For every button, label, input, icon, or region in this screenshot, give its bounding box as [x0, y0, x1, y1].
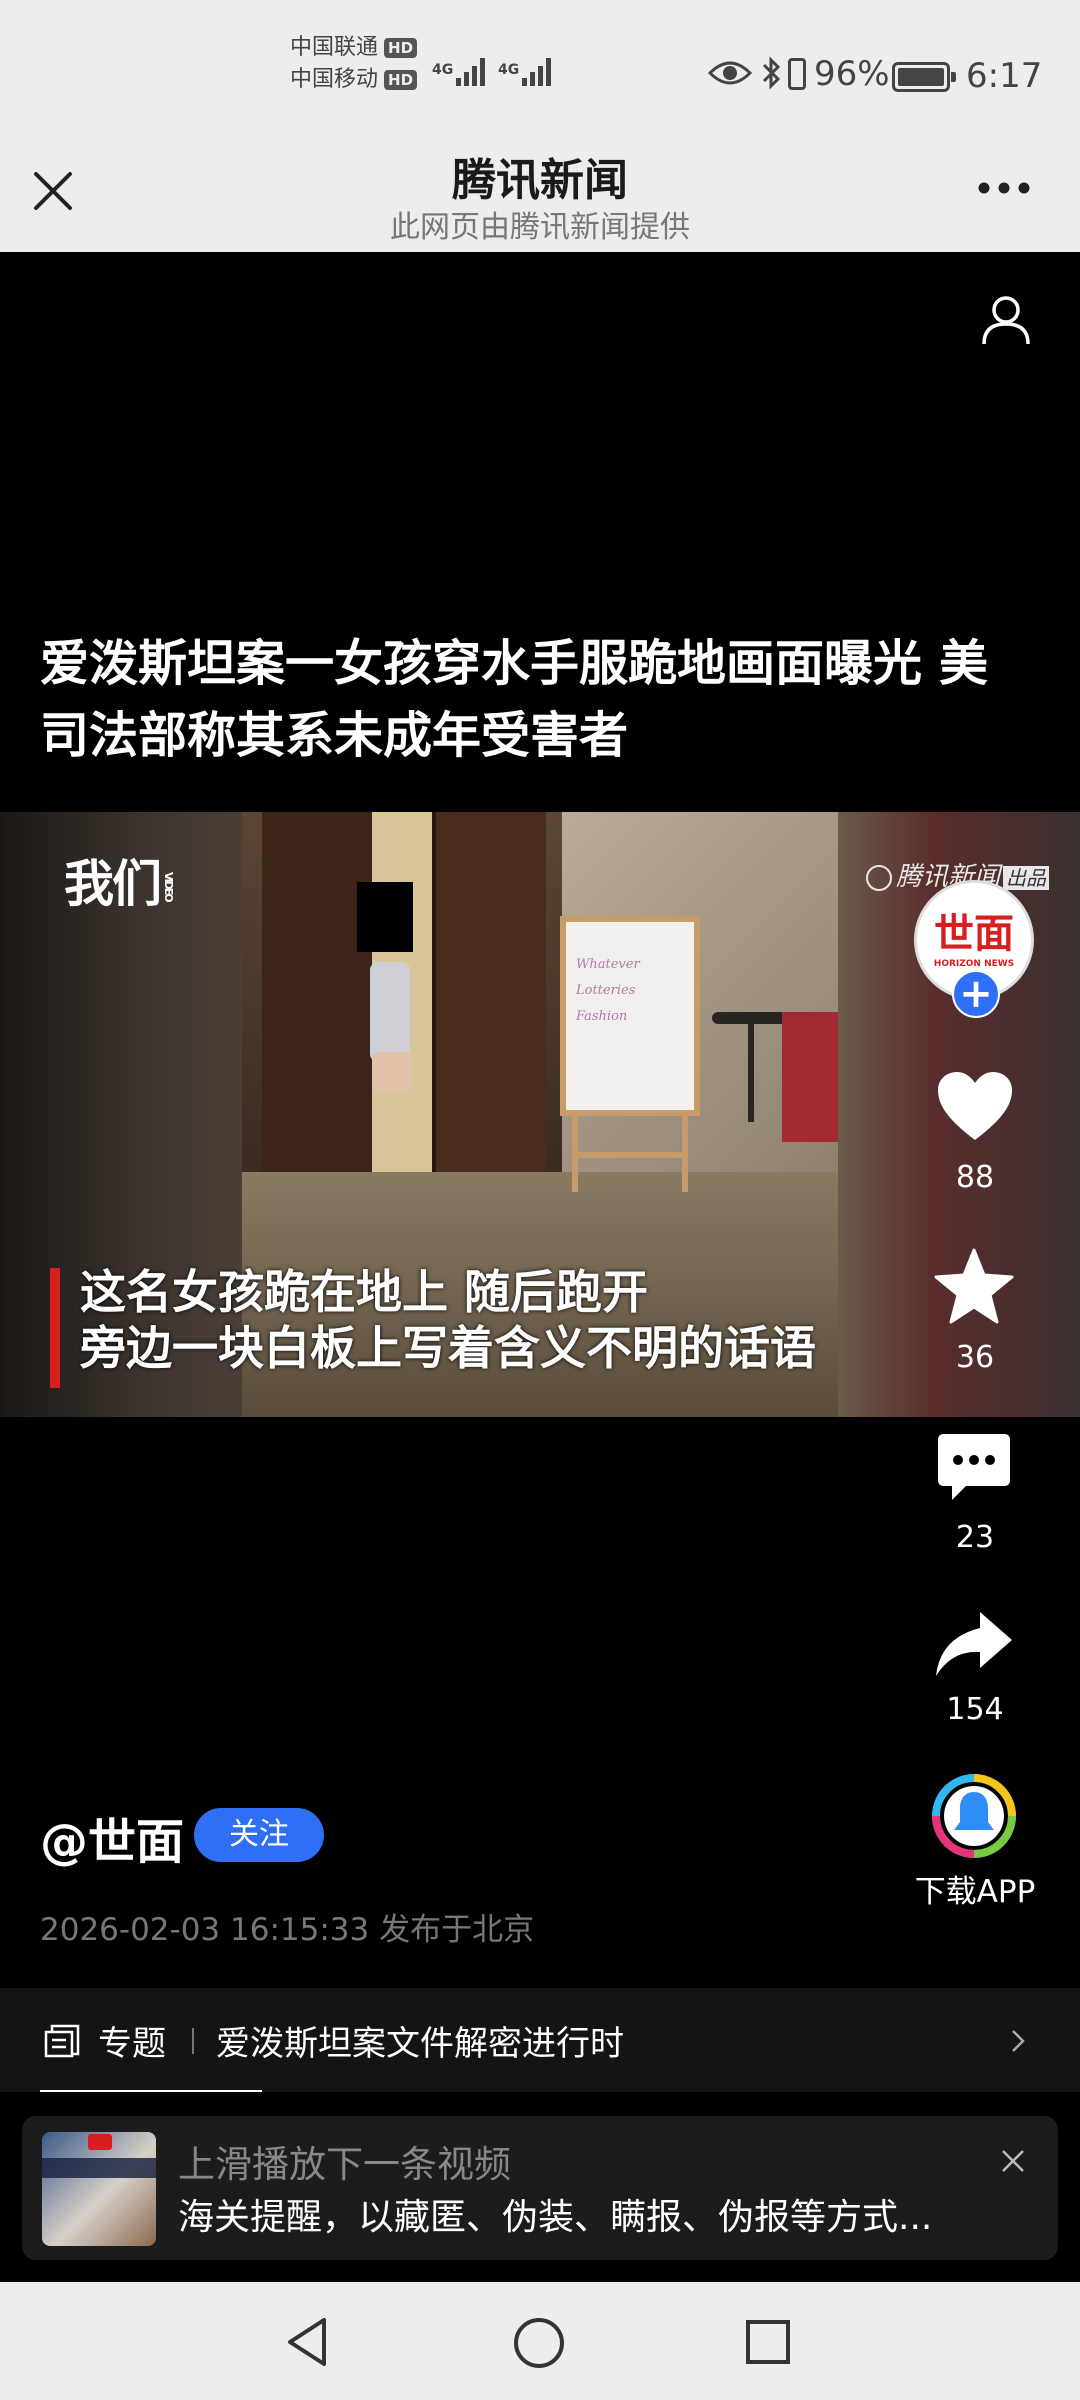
favorite-star-icon[interactable]	[934, 1248, 1014, 1324]
chevron-right-icon	[1012, 2030, 1025, 2052]
comment-icon[interactable]	[936, 1432, 1012, 1504]
carrier-1: 中国联通	[290, 35, 379, 60]
page-title: 腾讯新闻	[452, 155, 628, 206]
download-app-icon[interactable]	[932, 1774, 1016, 1858]
system-nav-bar	[0, 2282, 1080, 2400]
share-count: 154	[946, 1692, 1004, 1727]
headline-line-2: 司法部称其系未成年受害者	[40, 707, 629, 764]
like-count: 88	[955, 1160, 995, 1195]
signal-icon-2: 4G	[498, 58, 554, 90]
headline-line-1: 爱泼斯坦案一女孩穿水手服跪地画面曝光 美	[40, 635, 989, 692]
carrier-2: 中国移动	[290, 67, 379, 92]
vibrate-icon	[788, 58, 806, 90]
next-video-card[interactable]: 上滑播放下一条视频 海关提醒，以藏匿、伪装、瞒报、伪报等方式...	[22, 2116, 1058, 2260]
battery-icon	[892, 62, 956, 92]
caption-bar	[50, 1268, 60, 1388]
like-heart-icon[interactable]	[936, 1070, 1014, 1142]
back-icon[interactable]	[284, 2316, 332, 2368]
follow-button[interactable]: 关注	[194, 1808, 324, 1862]
home-icon[interactable]	[512, 2316, 566, 2370]
topic-title: 爱泼斯坦案文件解密进行时	[216, 2024, 624, 2064]
carrier-info: 中国联通 HD 中国移动 HD	[290, 32, 418, 96]
browser-nav-bar: 腾讯新闻 此网页由腾讯新闻提供	[0, 130, 1080, 252]
page-source: 此网页由腾讯新闻提供	[390, 210, 690, 245]
favorite-count: 36	[955, 1340, 995, 1375]
user-profile-icon[interactable]	[978, 292, 1034, 348]
recents-icon[interactable]	[744, 2318, 792, 2366]
swipe-hint: 上滑播放下一条视频	[178, 2143, 511, 2186]
caption-line-1: 这名女孩跪在地上 随后跑开	[80, 1265, 649, 1319]
caption-line-2: 旁边一块白板上写着含义不明的话语	[80, 1321, 816, 1375]
topic-icon	[44, 2024, 80, 2058]
more-dots-icon[interactable]	[976, 180, 1032, 196]
status-bar: 中国联通 HD 中国移动 HD 4G 4G 96% 6:17	[0, 0, 1080, 130]
topic-divider	[192, 2028, 194, 2054]
source-watermark-left: 我们 VIDEO	[64, 855, 175, 913]
topic-label: 专题	[98, 2024, 166, 2064]
signal-icon: 4G	[432, 58, 488, 90]
censor-box	[357, 882, 413, 952]
share-arrow-icon[interactable]	[934, 1610, 1014, 1678]
author-handle[interactable]: @世面	[40, 1802, 184, 1872]
video-caption: 这名女孩跪在地上 随后跑开 旁边一块白板上写着含义不明的话语	[80, 1264, 816, 1376]
topic-banner[interactable]: 专题 爱泼斯坦案文件解密进行时	[0, 1988, 1080, 2092]
download-app-label[interactable]: 下载APP	[900, 1866, 1050, 1911]
next-video-title: 海关提醒，以藏匿、伪装、瞒报、伪报等方式...	[178, 2197, 933, 2238]
clock: 6:17	[966, 56, 1043, 96]
publish-timestamp: 2026-02-03 16:15:33 发布于北京	[40, 1912, 535, 1948]
topic-underline	[40, 2090, 262, 2092]
hd-badge: HD	[384, 38, 418, 58]
article-headline: 爱泼斯坦案一女孩穿水手服跪地画面曝光 美 司法部称其系未成年受害者	[40, 628, 1050, 772]
hd-badge: HD	[384, 70, 418, 90]
bluetooth-icon	[762, 56, 781, 90]
eye-icon	[708, 61, 752, 85]
battery-percent: 96%	[814, 54, 890, 94]
next-video-thumbnail	[42, 2132, 156, 2246]
close-icon[interactable]	[1000, 2148, 1026, 2174]
comment-count: 23	[955, 1520, 995, 1555]
whiteboard: Whatever Lotteries Fashion	[560, 916, 700, 1116]
follow-plus-button[interactable]: +	[952, 970, 1000, 1018]
